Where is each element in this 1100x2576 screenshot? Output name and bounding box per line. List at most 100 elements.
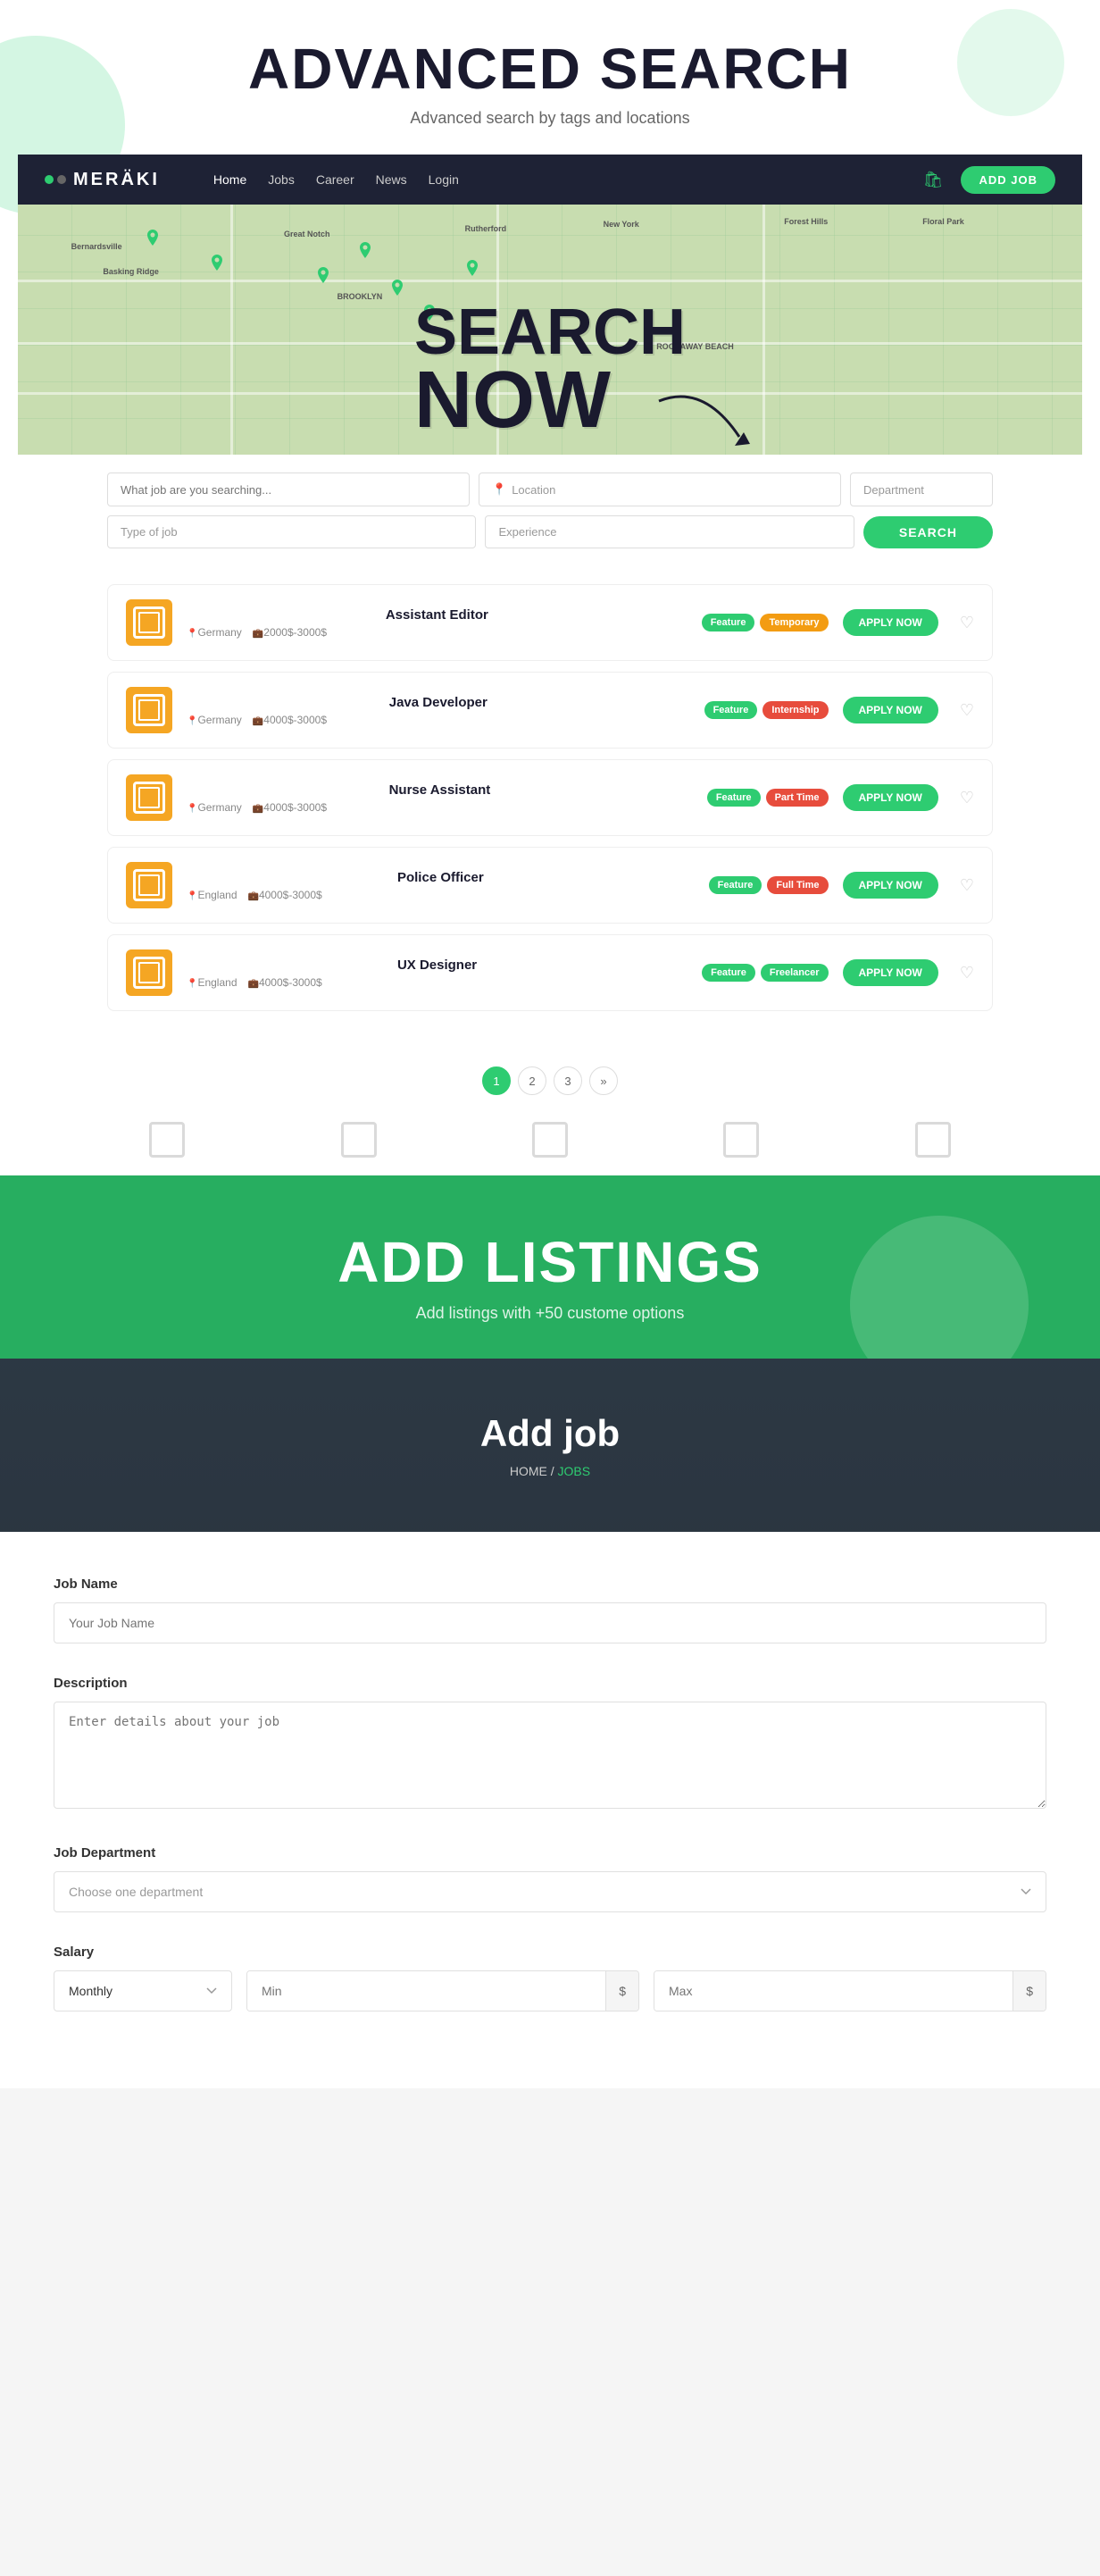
description-input[interactable] [54,1702,1046,1809]
decorative-bottom-row [18,1113,1082,1175]
map-pin [210,255,224,272]
job-title-3: Nurse Assistant [187,782,693,798]
add-job-banner-content: Add job HOME / JOBS [18,1412,1082,1478]
tag-temp-1: Temporary [760,614,828,631]
job-title-1: Assistant Editor [187,607,688,623]
apply-btn-4[interactable]: APPLY NOW [843,872,938,899]
navbar-right: 🛍 ADD JOB [923,166,1055,194]
nav-login[interactable]: Login [429,172,459,187]
map-label: Bernardsville [71,242,122,251]
deco-square-2 [341,1122,377,1158]
add-job-form-section: Job Name Description Job Department Choo… [0,1532,1100,2088]
heart-icon-1[interactable]: ♡ [960,614,974,632]
heart-icon-3[interactable]: ♡ [960,789,974,807]
job-title-4: Police Officer [187,870,695,885]
page-btn-1[interactable]: 1 [482,1066,511,1095]
job-meta-5: England 4000$-3000$ [187,976,688,989]
search-what-input[interactable] [107,473,470,506]
nav-news[interactable]: News [376,172,407,187]
job-logo-5 [126,949,172,996]
map-label: BROOKLYN [338,292,383,301]
form-group-job-name: Job Name [54,1577,1046,1643]
nav-career[interactable]: Career [316,172,354,187]
map-label: Great Notch [284,230,330,238]
salary-type-select[interactable]: Monthly Weekly Yearly Hourly [54,1970,232,2011]
search-button[interactable]: SEARCH [863,516,993,548]
job-tags-1: Feature Temporary [702,614,829,631]
job-info-4: Police Officer England 4000$-3000$ [187,870,695,901]
search-location-input[interactable]: 📍 Location [479,473,841,506]
search-type-select[interactable]: Type of job [107,515,476,548]
job-info-2: Java Developer Germany 4000$-3000$ [187,695,690,726]
salary-max-group: $ [654,1970,1046,2011]
navbar-brand[interactable]: MERÄKI [45,170,160,190]
page-btn-next[interactable]: » [589,1066,618,1095]
form-group-description: Description [54,1676,1046,1813]
job-location-2: Germany [187,714,242,726]
job-logo-2 [126,687,172,733]
job-salary-1: 2000$-3000$ [253,626,327,639]
department-select[interactable]: Choose one department [54,1871,1046,1912]
salary-min-group: $ [246,1970,639,2011]
nav-home[interactable]: Home [213,172,246,187]
salary-max-input[interactable] [654,1971,1012,2011]
form-group-department: Job Department Choose one department [54,1845,1046,1912]
job-card-5: UX Designer England 4000$-3000$ Feature … [107,934,993,1011]
navbar: MERÄKI Home Jobs Career News Login 🛍 ADD… [18,155,1082,205]
hero-subtitle: Advanced search by tags and locations [18,109,1082,128]
search-experience-select[interactable]: Experience [485,515,854,548]
department-label: Job Department [54,1845,1046,1861]
job-meta-4: England 4000$-3000$ [187,889,695,901]
search-row-2: Type of job Experience SEARCH [107,515,993,548]
map-road [762,205,765,455]
job-salary-3: 4000$-3000$ [253,801,327,814]
cart-icon[interactable]: 🛍 [923,171,944,189]
job-salary-4: 4000$-3000$ [248,889,322,901]
add-listings-subtitle: Add listings with +50 custome options [18,1304,1082,1323]
job-info-1: Assistant Editor Germany 2000$-3000$ [187,607,688,639]
apply-btn-1[interactable]: APPLY NOW [843,609,938,636]
heart-icon-5[interactable]: ♡ [960,964,974,983]
job-name-input[interactable] [54,1602,1046,1643]
job-card-1: Assistant Editor Germany 2000$-3000$ Fea… [107,584,993,661]
job-logo-4 [126,862,172,908]
job-logo-inner [133,606,165,639]
job-tags-2: Feature Internship [704,701,829,719]
add-job-banner: Add job HOME / JOBS [0,1359,1100,1532]
page-btn-2[interactable]: 2 [518,1066,546,1095]
navbar-logo: MERÄKI [73,170,160,190]
dot-dark [57,175,66,184]
job-title-2: Java Developer [187,695,690,710]
tag-feature-3: Feature [707,789,761,807]
tag-freelance-5: Freelancer [761,964,829,982]
dot-green [45,175,54,184]
apply-btn-3[interactable]: APPLY NOW [843,784,938,811]
apply-btn-5[interactable]: APPLY NOW [843,959,938,986]
salary-min-input[interactable] [247,1971,605,2011]
search-department-select[interactable]: Department [850,473,993,506]
tag-intern-2: Internship [762,701,828,719]
breadcrumb-separator: / [551,1464,558,1478]
description-label: Description [54,1676,1046,1691]
map-label: Floral Park [922,217,964,226]
job-logo-inner-2 [133,694,165,726]
job-card-3: Nurse Assistant Germany 4000$-3000$ Feat… [107,759,993,836]
search-row-1: 📍 Location Department [107,473,993,506]
nav-jobs[interactable]: Jobs [268,172,295,187]
map-road [230,205,233,455]
map-pin [390,280,404,297]
job-listings: Assistant Editor Germany 2000$-3000$ Fea… [18,566,1082,1049]
deco-square-4 [723,1122,759,1158]
navbar-add-job-button[interactable]: ADD JOB [961,166,1055,194]
job-tags-4: Feature Full Time [709,876,829,894]
heart-icon-2[interactable]: ♡ [960,701,974,720]
add-listings-title: ADD LISTINGS [18,1229,1082,1295]
page-btn-3[interactable]: 3 [554,1066,582,1095]
job-meta-1: Germany 2000$-3000$ [187,626,688,639]
apply-btn-2[interactable]: APPLY NOW [843,697,938,723]
map-road [18,280,1082,282]
job-info-3: Nurse Assistant Germany 4000$-3000$ [187,782,693,814]
heart-icon-4[interactable]: ♡ [960,876,974,895]
job-logo-1 [126,599,172,646]
job-location-1: Germany [187,626,242,639]
